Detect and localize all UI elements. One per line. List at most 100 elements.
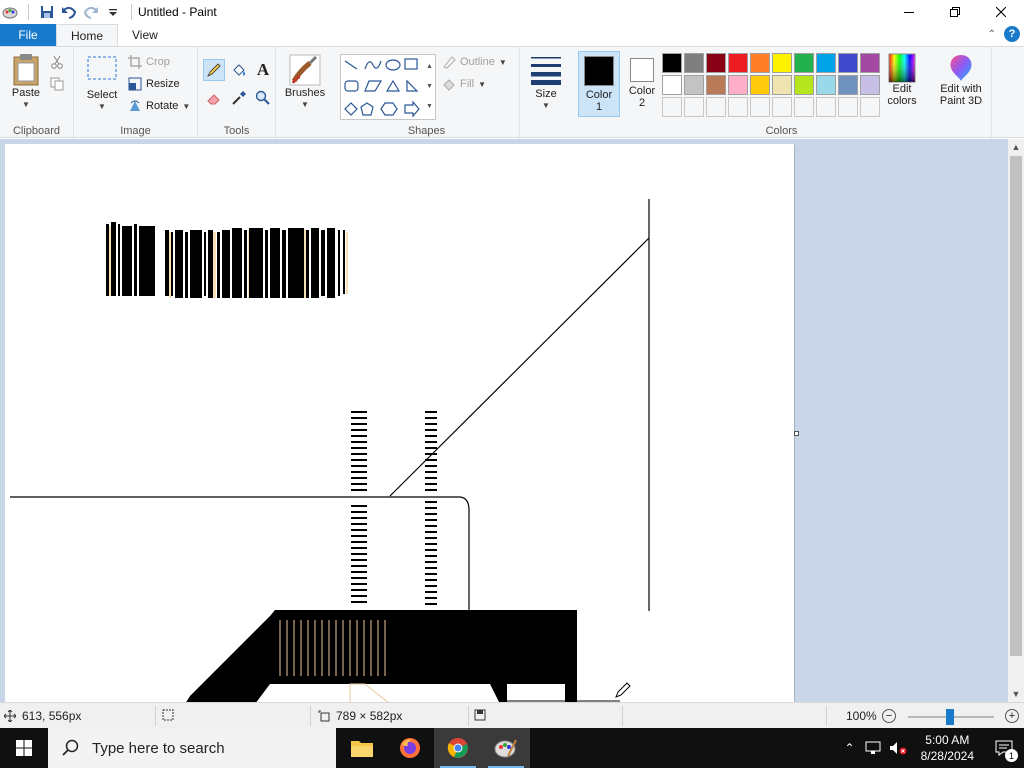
paint3d-label-line2: Paint 3D xyxy=(939,95,983,107)
palette-custom-slot-8[interactable] xyxy=(816,97,836,117)
palette-color-1-3[interactable] xyxy=(706,53,726,73)
fill-tool[interactable] xyxy=(228,59,250,81)
palette-color-2-7[interactable] xyxy=(794,75,814,95)
palette-color-1-5[interactable] xyxy=(750,53,770,73)
select-icon xyxy=(87,56,117,80)
drawing-canvas[interactable] xyxy=(5,144,799,702)
help-icon[interactable]: ? xyxy=(1004,26,1020,42)
shapes-group-label: Shapes xyxy=(407,125,446,137)
minimize-button[interactable] xyxy=(886,0,932,24)
palette-color-1-7[interactable] xyxy=(794,53,814,73)
palette-color-1-9[interactable] xyxy=(838,53,858,73)
color1-label-line2: 1 xyxy=(595,101,603,113)
palette-color-1-10[interactable] xyxy=(860,53,880,73)
palette-custom-slot-10[interactable] xyxy=(860,97,880,117)
collapse-ribbon-icon[interactable]: ⌃ xyxy=(988,29,996,40)
color2-button[interactable]: Color 2 xyxy=(622,52,662,118)
palette-color-2-3[interactable] xyxy=(706,75,726,95)
edit-with-paint3d-button[interactable]: Edit with Paint 3D xyxy=(932,53,990,107)
scroll-down-icon[interactable]: ▼ xyxy=(1008,686,1024,702)
tab-file[interactable]: File xyxy=(0,24,56,46)
palette-color-1-4[interactable] xyxy=(728,53,748,73)
cut-button[interactable] xyxy=(50,53,64,71)
tab-home[interactable]: Home xyxy=(56,24,119,46)
taskbar-chrome[interactable] xyxy=(434,728,482,768)
window-title: Untitled - Paint xyxy=(138,5,217,19)
palette-color-2-4[interactable] xyxy=(728,75,748,95)
cursor-position-value: 613, 556px xyxy=(22,709,82,723)
size-button[interactable]: Size ▼ xyxy=(526,55,566,112)
firefox-icon xyxy=(400,738,420,758)
edit-colors-label-line1: Edit xyxy=(892,83,912,95)
palette-color-2-6[interactable] xyxy=(772,75,792,95)
palette-color-1-6[interactable] xyxy=(772,53,792,73)
palette-custom-slot-1[interactable] xyxy=(662,97,682,117)
palette-custom-slot-5[interactable] xyxy=(750,97,770,117)
palette-color-2-10[interactable] xyxy=(860,75,880,95)
undo-icon[interactable] xyxy=(61,4,77,20)
taskbar-paint[interactable] xyxy=(482,728,530,768)
show-hidden-icons-icon[interactable]: ⌃ xyxy=(845,741,855,755)
rotate-label: Rotate xyxy=(146,100,179,112)
palette-custom-slot-9[interactable] xyxy=(838,97,858,117)
palette-color-1-8[interactable] xyxy=(816,53,836,73)
palette-color-1-2[interactable] xyxy=(684,53,704,73)
palette-custom-slot-3[interactable] xyxy=(706,97,726,117)
maximize-button[interactable] xyxy=(932,0,978,24)
palette-color-2-2[interactable] xyxy=(684,75,704,95)
color-picker-tool[interactable] xyxy=(228,87,250,109)
paint3d-label-line1: Edit with xyxy=(940,83,982,95)
customize-toolbar-icon[interactable] xyxy=(105,4,121,20)
ribbon-tabs: File Home View ⌃ ? xyxy=(0,24,1024,46)
ladder-left xyxy=(351,411,367,603)
color1-button[interactable]: Color 1 xyxy=(578,51,620,117)
taskbar-search[interactable]: Type here to search xyxy=(48,728,336,768)
fill-button[interactable]: Fill ▼ xyxy=(442,75,486,93)
text-tool[interactable]: A xyxy=(252,59,274,81)
magnifier-tool[interactable] xyxy=(252,87,274,109)
palette-custom-slot-4[interactable] xyxy=(728,97,748,117)
start-button[interactable] xyxy=(0,728,48,768)
network-icon[interactable] xyxy=(865,741,881,755)
palette-color-2-1[interactable] xyxy=(662,75,682,95)
paste-button[interactable]: Paste ▼ xyxy=(6,53,46,111)
eraser-tool[interactable] xyxy=(203,87,225,109)
palette-color-2-5[interactable] xyxy=(750,75,770,95)
scrollbar-thumb[interactable] xyxy=(1010,156,1022,656)
palette-color-2-8[interactable] xyxy=(816,75,836,95)
crop-button[interactable]: Crop xyxy=(128,53,170,71)
palette-color-1-1[interactable] xyxy=(662,53,682,73)
resize-button[interactable]: Resize xyxy=(128,75,180,93)
taskbar-clock[interactable]: 5:00 AM 8/28/2024 xyxy=(911,732,984,764)
size-label: Size xyxy=(535,88,557,100)
save-icon[interactable] xyxy=(39,4,55,20)
taskbar-file-explorer[interactable] xyxy=(338,728,386,768)
zoom-in-button[interactable]: + xyxy=(1005,709,1019,723)
canvas-resize-handle-right[interactable] xyxy=(794,431,799,436)
taskbar-firefox[interactable] xyxy=(386,728,434,768)
edit-colors-button[interactable]: Edit colors xyxy=(882,53,922,107)
palette-custom-slot-6[interactable] xyxy=(772,97,792,117)
vertical-scrollbar[interactable]: ▲ ▼ xyxy=(1008,139,1024,702)
palette-custom-slot-7[interactable] xyxy=(794,97,814,117)
palette-color-2-9[interactable] xyxy=(838,75,858,95)
brushes-button[interactable]: Brushes ▼ xyxy=(282,53,328,111)
volume-muted-icon[interactable] xyxy=(889,741,907,755)
paint-app-icon[interactable] xyxy=(2,4,18,20)
outline-button[interactable]: Outline ▼ xyxy=(442,53,507,71)
close-button[interactable] xyxy=(978,0,1024,24)
shapes-scroll[interactable]: ▲ ▼ ▼ xyxy=(426,57,436,117)
outline-icon xyxy=(443,56,456,69)
tab-view[interactable]: View xyxy=(118,24,172,46)
palette-custom-slot-2[interactable] xyxy=(684,97,704,117)
copy-button[interactable] xyxy=(50,75,64,93)
canvas-drawing xyxy=(10,199,650,702)
redo-icon[interactable] xyxy=(83,4,99,20)
select-button[interactable]: Select ▼ xyxy=(82,55,122,113)
rotate-button[interactable]: Rotate ▼ xyxy=(128,97,190,115)
zoom-out-button[interactable]: − xyxy=(882,709,896,723)
pencil-tool[interactable] xyxy=(203,59,225,81)
zoom-slider-thumb[interactable] xyxy=(946,709,954,725)
action-center-button[interactable]: 1 xyxy=(984,728,1024,768)
scroll-up-icon[interactable]: ▲ xyxy=(1008,139,1024,155)
